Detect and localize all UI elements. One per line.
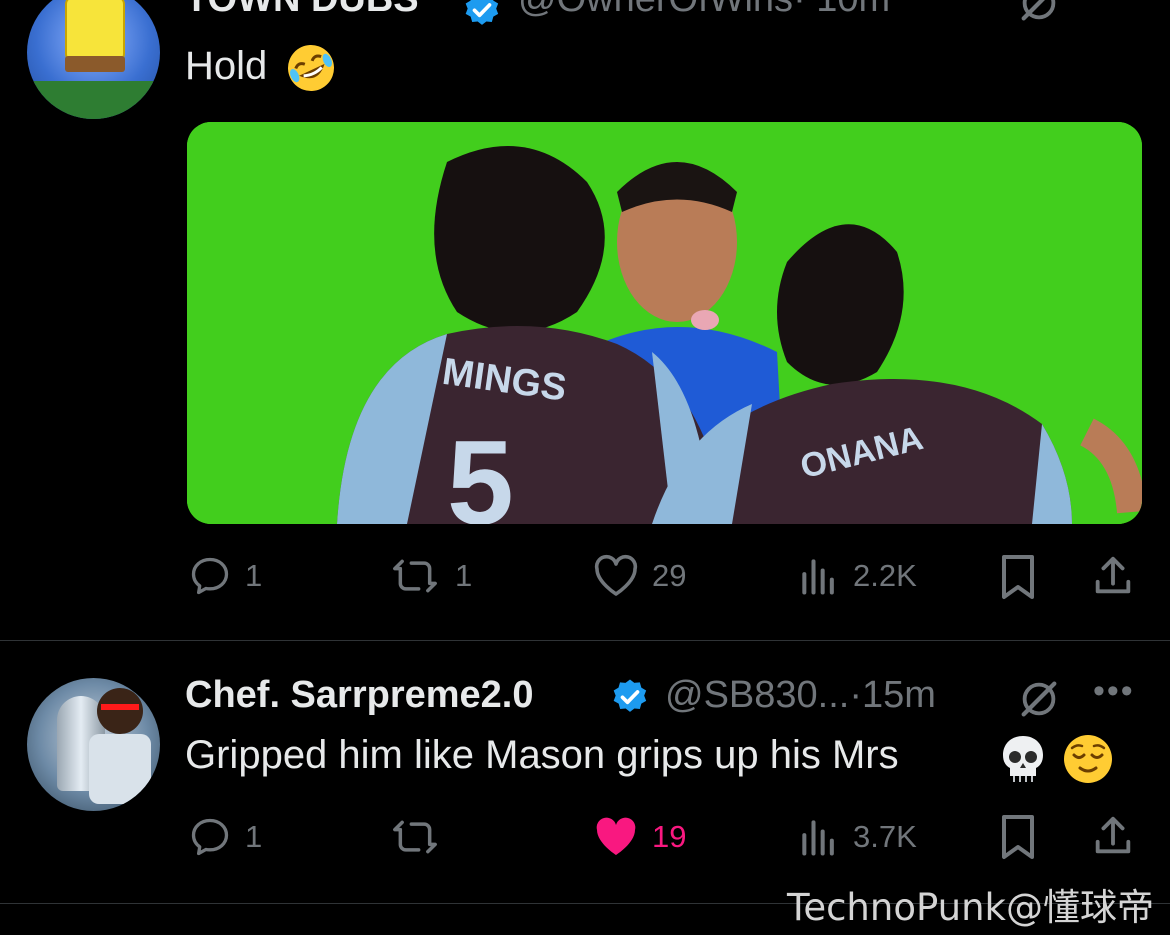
- share-button[interactable]: [1090, 552, 1136, 600]
- bookmark-icon: [1002, 815, 1034, 859]
- view-count: 3.7K: [853, 819, 917, 854]
- display-name[interactable]: Chef. Sarrpreme2.0: [185, 674, 534, 717]
- repost-icon: [393, 820, 437, 854]
- reply-count: 1: [245, 819, 263, 854]
- views-icon: [802, 820, 834, 856]
- views-button[interactable]: 2.2K: [797, 554, 917, 598]
- relieved-face-emoji: [1064, 735, 1112, 783]
- view-count: 2.2K: [853, 558, 917, 593]
- like-icon: [596, 817, 636, 855]
- grok-icon[interactable]: [1016, 676, 1062, 732]
- handle[interactable]: @SB830...: [665, 674, 849, 716]
- share-button[interactable]: [1090, 812, 1136, 860]
- reply-icon: [191, 557, 229, 595]
- bookmark-button[interactable]: [998, 553, 1038, 601]
- handle[interactable]: @OwnerOfWins: [518, 0, 793, 20]
- reply-button[interactable]: 1: [187, 554, 262, 598]
- display-name[interactable]: TOWN DUBS: [185, 0, 419, 21]
- share-icon: [1095, 816, 1131, 854]
- like-count: 19: [652, 819, 687, 854]
- bookmark-button[interactable]: [998, 813, 1038, 861]
- timestamp[interactable]: ·15m: [849, 674, 936, 716]
- avatar[interactable]: [27, 0, 160, 119]
- rolling-laughing-emoji: [288, 45, 334, 91]
- views-icon: [802, 559, 834, 595]
- timeline: TOWN DUBS @OwnerOfWins· 10m ••• Hold: [0, 0, 1170, 935]
- watermark: TechnoPunk@懂球帝: [787, 886, 1154, 929]
- repost-count: 1: [455, 558, 473, 593]
- avatar[interactable]: [27, 678, 160, 811]
- repost-button[interactable]: 1: [387, 554, 472, 598]
- divider: [0, 640, 1170, 641]
- repost-icon: [393, 559, 437, 593]
- grok-icon[interactable]: [1016, 0, 1062, 36]
- more-icon[interactable]: •••: [1093, 0, 1135, 15]
- shirt-number: 5: [447, 416, 514, 524]
- repost-button[interactable]: [387, 815, 455, 859]
- tweet-text: Gripped him like Mason grips up his Mrs: [185, 733, 899, 777]
- timestamp[interactable]: · 10m: [793, 0, 890, 20]
- verified-badge-icon: [610, 677, 650, 727]
- tweet-media-image[interactable]: MINGS 5 ONANA: [187, 122, 1142, 524]
- bookmark-icon: [1002, 555, 1034, 599]
- reply-icon: [191, 818, 229, 856]
- like-icon: [594, 554, 638, 596]
- tweet-text: Hold: [185, 44, 268, 88]
- views-button[interactable]: 3.7K: [797, 815, 917, 859]
- reply-button[interactable]: 1: [187, 815, 262, 859]
- reply-count: 1: [245, 558, 263, 593]
- like-button[interactable]: 29: [592, 554, 686, 598]
- like-count: 29: [652, 558, 687, 593]
- more-icon[interactable]: •••: [1093, 672, 1135, 711]
- skull-emoji: [1003, 736, 1043, 782]
- share-icon: [1095, 556, 1131, 594]
- like-button[interactable]: 19: [592, 815, 686, 859]
- verified-badge-icon: [462, 0, 502, 40]
